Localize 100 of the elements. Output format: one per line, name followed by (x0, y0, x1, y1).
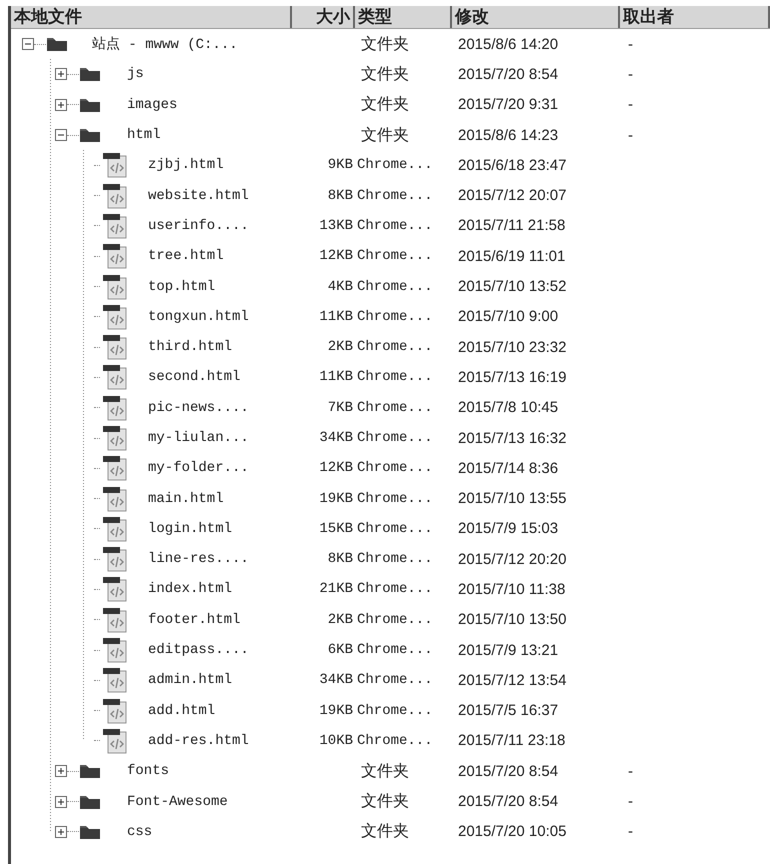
column-header[interactable]: 类型 (355, 6, 452, 28)
expand-icon[interactable] (55, 68, 67, 80)
file-name[interactable]: main.html (148, 490, 224, 507)
file-type: 文件夹 (360, 762, 410, 782)
code-file-icon (100, 212, 128, 239)
file-name[interactable]: tree.html (148, 248, 224, 264)
checked-out-by: - (627, 36, 634, 53)
file-name[interactable]: index.html (148, 581, 232, 598)
modified-date: 2015/7/12 13:54 (457, 672, 568, 689)
file-name[interactable]: footer.html (148, 612, 240, 628)
folder-name[interactable]: html (127, 127, 161, 144)
checked-out-by: - (627, 126, 634, 144)
code-file-icon (100, 334, 128, 360)
folder-name[interactable]: Font-Awesome (127, 794, 228, 810)
file-type: 文件夹 (360, 64, 410, 85)
checked-out-by: - (627, 96, 634, 114)
file-name[interactable]: second.html (148, 369, 240, 386)
folder-icon (79, 824, 101, 840)
folder-name[interactable]: css (127, 824, 152, 840)
file-size: 34KB (318, 672, 354, 688)
code-file-icon (100, 606, 128, 633)
folder-name[interactable]: js (127, 66, 144, 82)
folder-name[interactable]: images (127, 96, 178, 113)
file-name[interactable]: third.html (148, 339, 232, 356)
file-size: 13KB (318, 218, 354, 234)
file-name[interactable]: my-folder... (148, 460, 249, 476)
modified-date: 2015/7/13 16:19 (457, 368, 568, 386)
file-type: Chrome... (356, 400, 434, 416)
file-name[interactable]: add.html (148, 702, 216, 719)
file-type: 文件夹 (360, 822, 410, 842)
column-header[interactable]: 本地文件 (11, 6, 292, 28)
code-file-icon (100, 394, 128, 421)
file-name[interactable]: userinfo.... (148, 218, 249, 234)
file-size: 34KB (318, 430, 354, 446)
file-name[interactable]: editpass.... (148, 642, 249, 658)
file-name[interactable]: website.html (148, 188, 249, 204)
code-file-icon (100, 728, 128, 754)
code-file-icon (100, 576, 128, 602)
file-type: Chrome... (356, 732, 434, 749)
modified-date: 2015/7/10 13:50 (457, 611, 568, 628)
file-size: 4KB (326, 278, 354, 295)
file-name[interactable]: pic-news.... (148, 400, 249, 416)
checked-out-by: - (627, 66, 634, 83)
file-type: Chrome... (356, 581, 434, 598)
checked-out-by: - (627, 823, 634, 840)
modified-date: 2015/6/18 23:47 (457, 156, 568, 174)
expand-icon[interactable] (55, 826, 67, 838)
file-size: 2KB (326, 612, 354, 628)
code-file-icon (100, 455, 128, 482)
file-type: Chrome... (356, 248, 434, 264)
folder-name[interactable]: 站点 - mwww (C:... (92, 35, 238, 54)
file-size: 8KB (326, 551, 354, 568)
modified-date: 2015/7/12 20:07 (457, 187, 568, 204)
folder-icon (79, 96, 101, 113)
modified-date: 2015/7/10 23:32 (457, 338, 568, 356)
modified-date: 2015/7/13 16:32 (457, 430, 568, 446)
modified-date: 2015/6/19 11:01 (457, 248, 566, 265)
column-header[interactable]: 取出者 (620, 6, 770, 28)
folder-icon (79, 127, 101, 144)
code-file-icon (100, 274, 128, 300)
file-name[interactable]: tongxun.html (148, 308, 249, 325)
collapse-icon[interactable] (55, 129, 67, 142)
file-size: 19KB (318, 490, 354, 507)
file-name[interactable]: zjbj.html (148, 157, 224, 174)
file-name[interactable]: my-liulan... (148, 430, 249, 446)
file-name[interactable]: admin.html (148, 672, 232, 688)
file-size: 11KB (318, 308, 354, 325)
modified-date: 2015/7/11 21:58 (457, 217, 566, 234)
code-file-icon (100, 516, 128, 542)
file-type: Chrome... (356, 157, 434, 174)
file-size: 9KB (326, 157, 354, 174)
modified-date: 2015/7/9 13:21 (457, 642, 560, 659)
file-type: Chrome... (356, 339, 434, 356)
file-name[interactable]: top.html (148, 278, 216, 295)
expand-icon[interactable] (55, 765, 67, 778)
modified-date: 2015/7/8 10:45 (457, 399, 560, 416)
file-size: 2KB (326, 339, 354, 356)
file-name[interactable]: line-res.... (148, 551, 249, 568)
code-file-icon (100, 425, 128, 451)
file-type: Chrome... (356, 278, 434, 295)
file-name[interactable]: login.html (148, 520, 232, 537)
code-file-icon (100, 364, 128, 390)
folder-name[interactable]: fonts (127, 763, 170, 780)
folder-icon (46, 36, 68, 52)
column-header[interactable]: 大小 (292, 6, 355, 28)
file-name[interactable]: add-res.html (148, 732, 249, 749)
modified-date: 2015/7/10 13:55 (457, 490, 568, 508)
code-file-icon (100, 546, 128, 572)
collapse-icon[interactable] (22, 38, 34, 50)
file-size: 10KB (318, 732, 354, 749)
folder-icon (79, 763, 101, 780)
file-type: 文件夹 (360, 792, 410, 812)
file-type: Chrome... (356, 218, 434, 234)
expand-icon[interactable] (55, 796, 67, 808)
expand-icon[interactable] (55, 98, 67, 111)
modified-date: 2015/7/20 10:05 (457, 823, 568, 840)
file-type: 文件夹 (360, 34, 410, 55)
checked-out-by: - (627, 762, 634, 780)
modified-date: 2015/7/14 8:36 (457, 460, 560, 477)
column-header[interactable]: 修改 (452, 6, 620, 28)
